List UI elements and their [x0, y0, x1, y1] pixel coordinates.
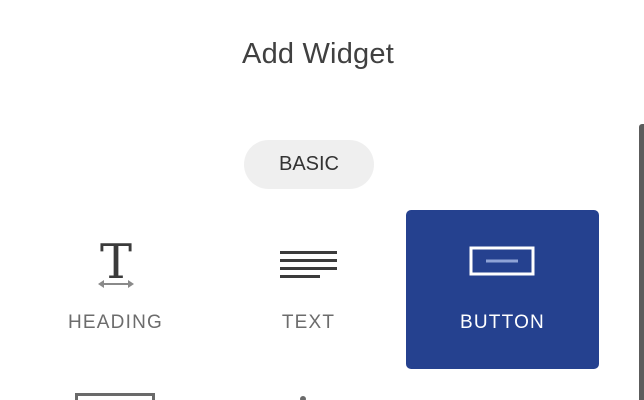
widget-tile-button[interactable]: BUTTON: [406, 210, 599, 369]
widget-label-text: TEXT: [281, 312, 336, 333]
widget-tile-heading[interactable]: T HEADING: [19, 210, 212, 369]
heading-icon: T: [19, 234, 212, 294]
image-widget-icon: [75, 393, 155, 400]
widget-tile-text[interactable]: TEXT: [212, 210, 405, 369]
category-tab-basic[interactable]: BASIC: [244, 140, 374, 189]
widget-label-heading: HEADING: [68, 312, 163, 333]
button-icon: [406, 234, 599, 294]
widget-icon-partial: [300, 396, 306, 400]
scrollbar[interactable]: [639, 124, 644, 400]
add-widget-dialog: Add Widget BASIC T HEADING TEXT BUTTON: [0, 0, 644, 400]
category-tab-label: BASIC: [278, 153, 340, 175]
text-lines-icon: [212, 234, 405, 294]
dialog-title: Add Widget: [242, 38, 394, 70]
widget-label-button: BUTTON: [460, 312, 545, 333]
svg-text:T: T: [99, 234, 131, 290]
